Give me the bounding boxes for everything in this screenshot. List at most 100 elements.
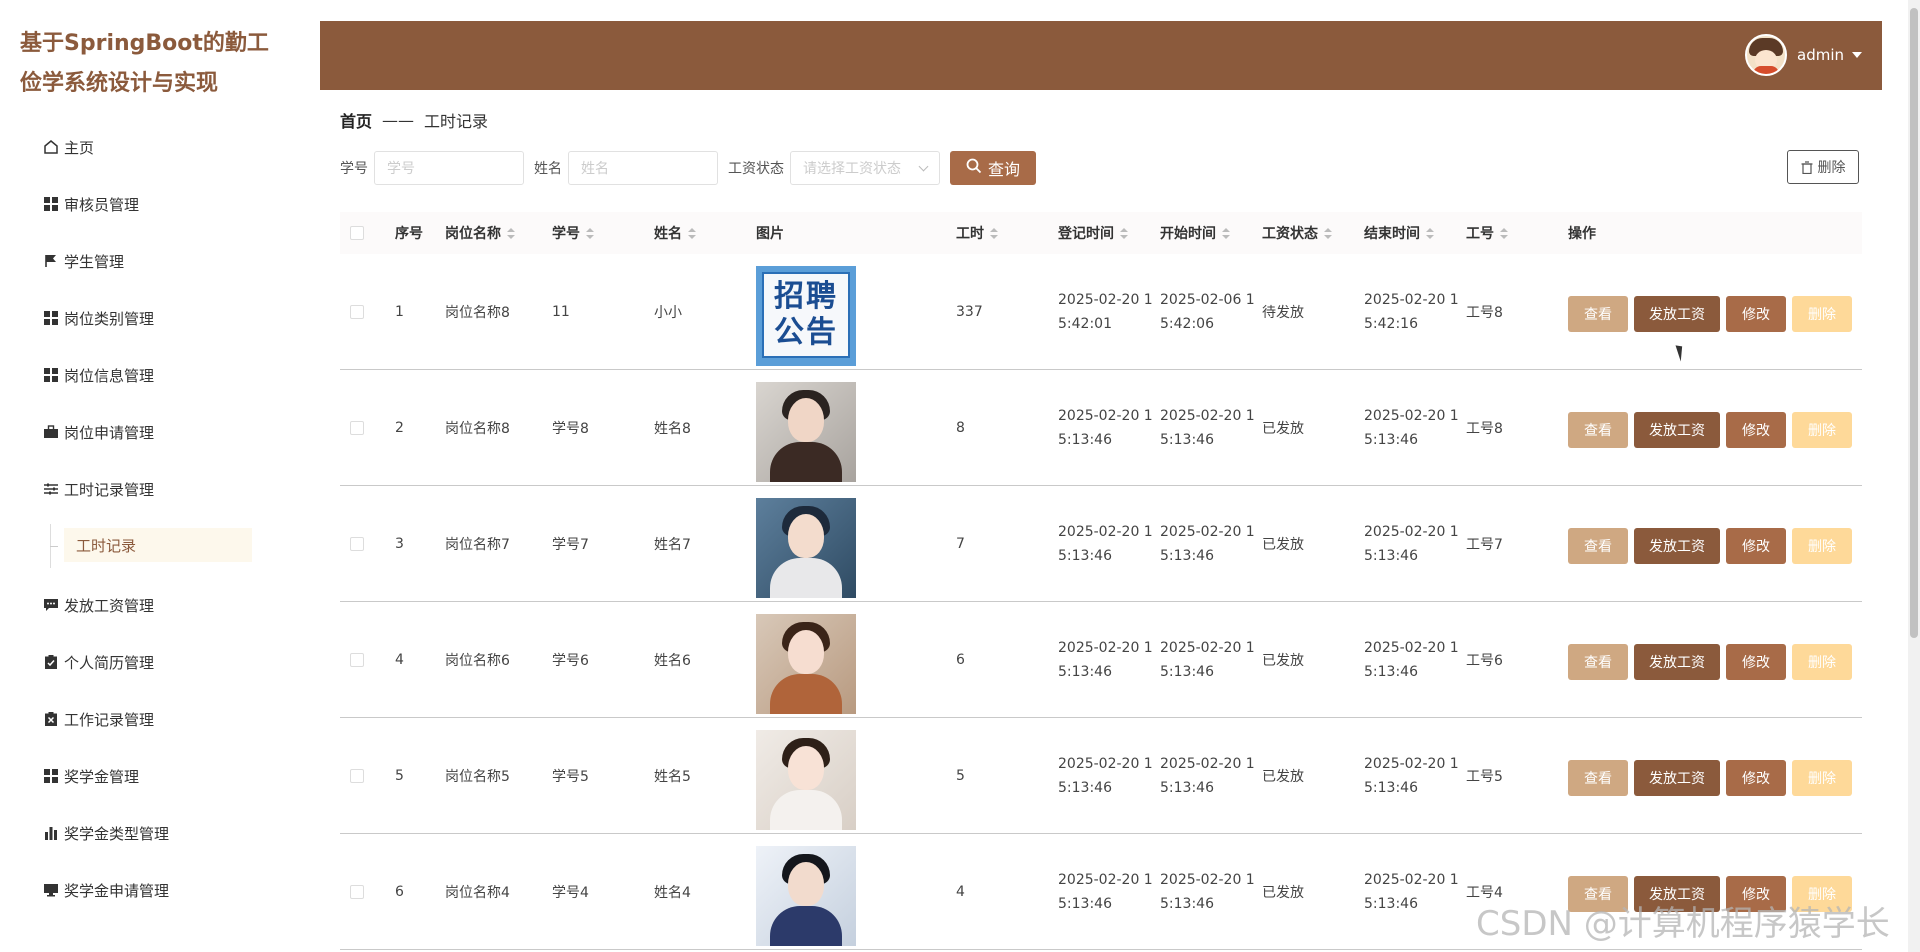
row-checkbox[interactable] xyxy=(350,486,364,602)
name-label: 姓名 xyxy=(534,161,562,177)
delete-button[interactable]: 删除 xyxy=(1792,528,1852,564)
user-menu[interactable]: admin xyxy=(1745,33,1862,77)
row-actions: 查看 发放工资 修改 删除 xyxy=(1568,528,1852,564)
status-select[interactable]: 请选择工资状态 xyxy=(790,151,940,185)
row-checkbox[interactable] xyxy=(350,254,364,370)
cell-xuehao: 学号6 xyxy=(552,653,589,669)
delete-button[interactable]: 删除 xyxy=(1792,644,1852,680)
view-button[interactable]: 查看 xyxy=(1568,528,1628,564)
cell-start-time: 2025-02-06 1 5:42:06 xyxy=(1160,292,1255,332)
briefcase-icon xyxy=(42,423,60,441)
cell-xuehao: 学号5 xyxy=(552,769,589,785)
th-hours[interactable]: 工时 xyxy=(956,223,998,243)
cell-gonghao: 工号8 xyxy=(1466,305,1503,321)
cell-no: 5 xyxy=(395,768,404,784)
sidebar-item-reviewer[interactable]: 审核员管理 xyxy=(42,189,139,219)
th-image: 图片 xyxy=(756,226,784,242)
cell-name: 姓名5 xyxy=(654,769,691,785)
edit-button[interactable]: 修改 xyxy=(1726,528,1786,564)
sort-icon xyxy=(507,228,515,240)
grid-icon xyxy=(42,309,60,327)
view-button[interactable]: 查看 xyxy=(1568,644,1628,680)
row-checkbox[interactable] xyxy=(350,718,364,834)
sidebar-item-resume[interactable]: 个人简历管理 xyxy=(42,647,154,677)
pay-salary-button[interactable]: 发放工资 xyxy=(1634,296,1720,332)
chevron-down-icon xyxy=(918,161,929,171)
cell-gonghao: 工号6 xyxy=(1466,653,1503,669)
xuehao-input[interactable]: 学号 xyxy=(374,151,524,185)
sort-icon xyxy=(1120,228,1128,240)
sidebar-item-worktime[interactable]: 工时记录管理 xyxy=(42,474,154,504)
row-actions: 查看 发放工资 修改 删除 xyxy=(1568,412,1852,448)
scrollbar-thumb[interactable] xyxy=(1910,8,1918,638)
th-end-time[interactable]: 结束时间 xyxy=(1364,223,1434,243)
person-photo-image xyxy=(756,498,856,598)
search-bar: 学号 学号 姓名 姓名 工资状态 请选择工资状态 查询 xyxy=(340,150,1036,186)
sidebar: 基于SpringBoot的勤工俭学系统设计与实现 主页 审核员管理 学生管理 岗… xyxy=(0,0,300,952)
cell-gonghao: 工号5 xyxy=(1466,769,1503,785)
sidebar-item-salary[interactable]: 发放工资管理 xyxy=(42,590,154,620)
sidebar-item-label: 工作记录管理 xyxy=(64,710,155,729)
cell-register-time: 2025-02-20 1 5:13:46 xyxy=(1058,640,1153,680)
sidebar-item-scholarship-apply[interactable]: 奖学金申请管理 xyxy=(42,875,169,905)
cell-name: 姓名7 xyxy=(654,537,691,553)
select-all-checkbox[interactable] xyxy=(350,226,364,240)
th-gonghao[interactable]: 工号 xyxy=(1466,223,1508,243)
submenu-item-worktime-record[interactable]: 工时记录 xyxy=(64,528,252,562)
row-checkbox[interactable] xyxy=(350,370,364,486)
edit-button[interactable]: 修改 xyxy=(1726,412,1786,448)
edit-button[interactable]: 修改 xyxy=(1726,296,1786,332)
query-button[interactable]: 查询 xyxy=(950,151,1036,185)
delete-button[interactable]: 删除 xyxy=(1792,296,1852,332)
edit-button[interactable]: 修改 xyxy=(1726,644,1786,680)
sidebar-item-post-apply[interactable]: 岗位申请管理 xyxy=(42,417,154,447)
row-actions: 查看 发放工资 修改 删除 xyxy=(1568,296,1852,332)
th-xuehao[interactable]: 学号 xyxy=(552,223,594,243)
sidebar-item-scholarship[interactable]: 奖学金管理 xyxy=(42,761,139,791)
sidebar-item-label: 工时记录管理 xyxy=(64,480,155,499)
th-register-time[interactable]: 登记时间 xyxy=(1058,223,1128,243)
vertical-scrollbar[interactable] xyxy=(1908,0,1920,952)
pay-salary-button[interactable]: 发放工资 xyxy=(1634,412,1720,448)
breadcrumb-home[interactable]: 首页 xyxy=(340,108,372,132)
row-checkbox[interactable] xyxy=(350,602,364,718)
cell-hours: 5 xyxy=(956,768,965,784)
pay-salary-button[interactable]: 发放工资 xyxy=(1634,528,1720,564)
message-icon xyxy=(42,596,60,614)
batch-delete-button[interactable]: 删除 xyxy=(1787,150,1859,184)
th-actions: 操作 xyxy=(1568,226,1596,242)
cell-post: 岗位名称8 xyxy=(445,305,510,321)
view-button[interactable]: 查看 xyxy=(1568,760,1628,796)
sidebar-item-workrecord[interactable]: 工作记录管理 xyxy=(42,704,154,734)
recruitment-poster-image: 招聘 公告 xyxy=(756,266,856,366)
delete-button[interactable]: 删除 xyxy=(1792,760,1852,796)
delete-button[interactable]: 删除 xyxy=(1792,412,1852,448)
row-checkbox[interactable] xyxy=(350,834,364,950)
th-start-time[interactable]: 开始时间 xyxy=(1160,223,1230,243)
th-post[interactable]: 岗位名称 xyxy=(445,223,515,243)
name-input[interactable]: 姓名 xyxy=(568,151,718,185)
cell-status: 已发放 xyxy=(1262,537,1304,553)
caret-down-icon xyxy=(1852,52,1862,58)
sort-icon xyxy=(1500,228,1508,240)
view-button[interactable]: 查看 xyxy=(1568,412,1628,448)
row-actions: 查看 发放工资 修改 删除 xyxy=(1568,644,1852,680)
cell-xuehao: 学号8 xyxy=(552,421,589,437)
edit-button[interactable]: 修改 xyxy=(1726,760,1786,796)
pay-salary-button[interactable]: 发放工资 xyxy=(1634,760,1720,796)
row-image xyxy=(756,614,856,714)
th-name[interactable]: 姓名 xyxy=(654,223,696,243)
sidebar-item-label: 主页 xyxy=(64,138,95,157)
avatar xyxy=(1745,34,1787,76)
sidebar-item-post-category[interactable]: 岗位类别管理 xyxy=(42,303,154,333)
cell-hours: 4 xyxy=(956,884,965,900)
sidebar-item-scholarship-type[interactable]: 奖学金类型管理 xyxy=(42,818,169,848)
breadcrumb: 首页 —— 工时记录 xyxy=(340,108,488,132)
sidebar-item-student[interactable]: 学生管理 xyxy=(42,246,124,276)
sidebar-item-post-info[interactable]: 岗位信息管理 xyxy=(42,360,154,390)
view-button[interactable]: 查看 xyxy=(1568,296,1628,332)
th-salary-status[interactable]: 工资状态 xyxy=(1262,223,1332,243)
pay-salary-button[interactable]: 发放工资 xyxy=(1634,644,1720,680)
cell-end-time: 2025-02-20 1 5:13:46 xyxy=(1364,640,1459,680)
sidebar-item-home[interactable]: 主页 xyxy=(42,132,94,162)
